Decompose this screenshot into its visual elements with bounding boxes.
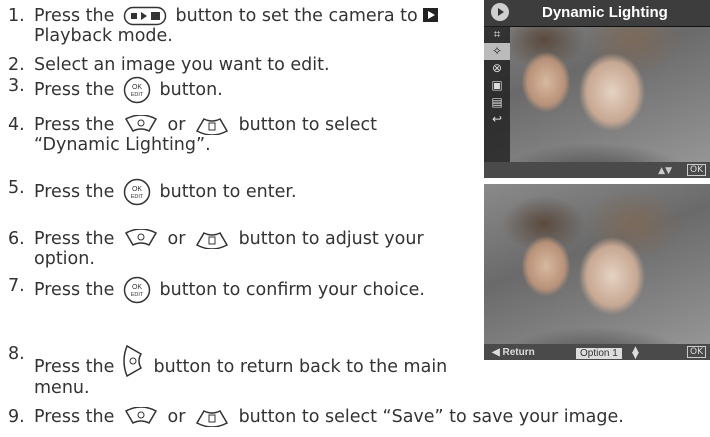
step-text: Press the — [34, 229, 115, 249]
ok-indicator: OK — [687, 164, 706, 176]
up-button-icon — [124, 229, 157, 246]
step-text: button to set the camera to — [175, 6, 418, 26]
step-text: Playback mode. — [34, 26, 173, 46]
svg-text:OK: OK — [132, 284, 142, 291]
step-text: Press the — [34, 115, 115, 135]
up-down-arrows-icon: ▲▼ — [632, 345, 639, 361]
step-number: 1. — [8, 6, 25, 26]
step-text: Press the — [34, 182, 115, 202]
edit-menu-sidebar: ⌗ ✧ ⊗ ▣ ▤ ↩ — [484, 26, 510, 162]
screen-header: Dynamic Lighting — [484, 0, 710, 27]
step-text: or — [167, 407, 186, 427]
step-9: 9. Press the or button to select “Save” … — [8, 407, 708, 427]
screen-title: Dynamic Lighting — [542, 4, 668, 21]
return-icon: ↩ — [491, 112, 503, 126]
step-number: 3. — [8, 76, 25, 96]
step-4: 4. Press the or button to select “Dynami… — [8, 115, 458, 155]
playback-icon — [423, 8, 439, 22]
ok-edit-button-icon: OK EDIT — [123, 76, 151, 104]
step-5: 5. Press the OK EDIT button to enter. — [8, 178, 297, 206]
step-text: Press the — [34, 280, 115, 300]
step-text: or — [167, 115, 186, 135]
step-text: Press the — [34, 6, 115, 26]
down-trash-button-icon — [195, 118, 229, 135]
svg-text:EDIT: EDIT — [131, 292, 144, 298]
svg-text:EDIT: EDIT — [131, 92, 144, 98]
step-3: 3. Press the OK EDIT button. — [8, 76, 223, 104]
svg-text:EDIT: EDIT — [131, 194, 144, 200]
save-as-icon: ▤ — [491, 95, 503, 109]
left-button-icon — [123, 344, 142, 378]
step-number: 6. — [8, 229, 25, 249]
camera-screen-option: ◀ Return Option 1 ▲ ▼ OK — [484, 184, 710, 360]
step-number: 2. — [8, 55, 25, 75]
mode-button-icon — [123, 6, 167, 26]
save-icon: ▣ — [491, 78, 503, 92]
up-button-icon — [124, 407, 157, 424]
step-6: 6. Press the or button to adjust your op… — [8, 229, 458, 269]
step-text: or — [167, 229, 186, 249]
step-1: 1. Press the button to set the camera to… — [8, 6, 478, 46]
step-number: 5. — [8, 178, 25, 198]
step-text: Press the — [34, 357, 115, 377]
return-hint: ◀ Return — [492, 347, 535, 358]
step-2: 2. Select an image you want to edit. — [8, 55, 330, 75]
step-text: Select an image you want to edit. — [34, 55, 330, 75]
step-8: 8. Press the button to return back to th… — [8, 344, 468, 398]
down-trash-button-icon — [195, 232, 229, 249]
svg-text:OK: OK — [132, 84, 142, 91]
step-text: button. — [159, 80, 223, 100]
playback-mode-icon — [491, 3, 509, 21]
step-number: 9. — [8, 407, 25, 427]
svg-text:OK: OK — [132, 186, 142, 193]
screen-footer: ◀ Return Option 1 ▲ ▼ OK — [484, 344, 710, 360]
step-text: button to select “Save” to save your ima… — [238, 407, 624, 427]
preview-photo — [484, 184, 710, 360]
step-text: Press the — [34, 80, 115, 100]
step-7: 7. Press the OK EDIT button to confirm y… — [8, 276, 478, 304]
ok-edit-button-icon: OK EDIT — [123, 178, 151, 206]
camera-screen-menu: Dynamic Lighting ⌗ ✧ ⊗ ▣ ▤ ↩ ▲▼ OK — [484, 0, 710, 178]
red-eye-icon: ⊗ — [491, 61, 503, 75]
down-trash-button-icon — [195, 410, 229, 427]
up-button-icon — [124, 115, 157, 132]
option-value: Option 1 — [576, 348, 622, 359]
crop-icon: ⌗ — [493, 27, 501, 41]
screen-footer: ▲▼ OK — [484, 162, 710, 178]
step-text: Press the — [34, 407, 115, 427]
up-down-arrows-icon: ▲▼ — [658, 166, 672, 176]
ok-indicator: OK — [687, 346, 706, 358]
step-number: 4. — [8, 115, 25, 135]
step-number: 8. — [8, 344, 25, 364]
dynamic-lighting-icon: ✧ — [484, 43, 510, 60]
step-text: button to confirm your choice. — [159, 280, 426, 300]
ok-edit-button-icon: OK EDIT — [123, 276, 151, 304]
step-text: button to enter. — [159, 182, 297, 202]
step-number: 7. — [8, 276, 25, 296]
